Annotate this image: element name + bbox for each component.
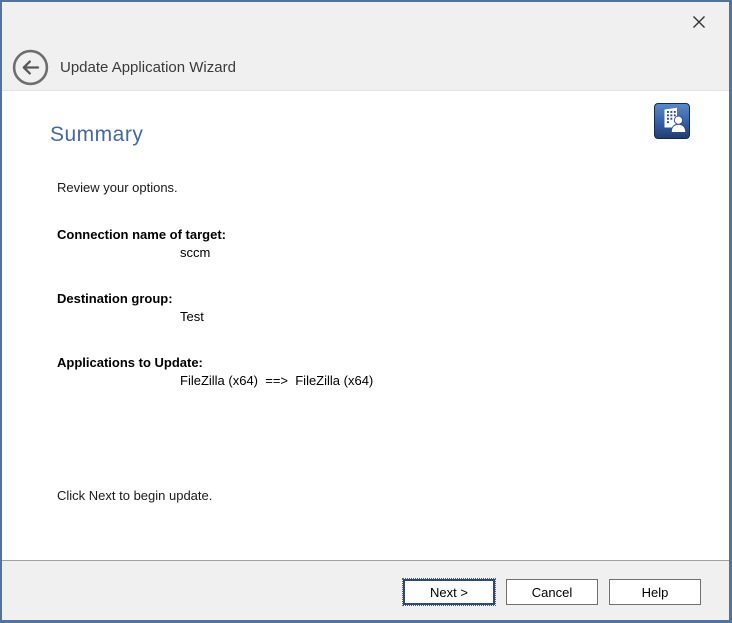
application-user-icon — [654, 103, 690, 139]
field-value: FileZilla (x64) ==> FileZilla (x64) — [180, 373, 373, 388]
field-connection-name: Connection name of target: sccm — [57, 227, 226, 260]
field-label: Destination group: — [57, 291, 204, 306]
header-title-row: Update Application Wizard — [12, 49, 236, 86]
close-button[interactable] — [688, 11, 710, 33]
intro-text: Review your options. — [57, 180, 178, 195]
help-button[interactable]: Help — [609, 579, 701, 605]
next-instruction-text: Click Next to begin update. — [57, 488, 212, 503]
field-label: Applications to Update: — [57, 355, 373, 370]
back-arrow-icon — [12, 49, 49, 86]
field-applications-to-update: Applications to Update: FileZilla (x64) … — [57, 355, 373, 388]
field-label: Connection name of target: — [57, 227, 226, 242]
field-value: Test — [180, 309, 204, 324]
button-bar: Next > Cancel Help — [2, 560, 729, 620]
summary-page: Summary — [2, 92, 729, 560]
back-button[interactable] — [12, 49, 49, 86]
field-value: sccm — [180, 245, 226, 260]
field-destination-group: Destination group: Test — [57, 291, 204, 324]
next-button[interactable]: Next > — [403, 579, 495, 605]
wizard-title: Update Application Wizard — [60, 59, 236, 76]
wizard-window: Update Application Wizard Summary — [0, 0, 732, 623]
wizard-header: Update Application Wizard — [2, 2, 729, 91]
page-heading: Summary — [50, 123, 143, 147]
cancel-button[interactable]: Cancel — [506, 579, 598, 605]
close-icon — [691, 14, 707, 30]
